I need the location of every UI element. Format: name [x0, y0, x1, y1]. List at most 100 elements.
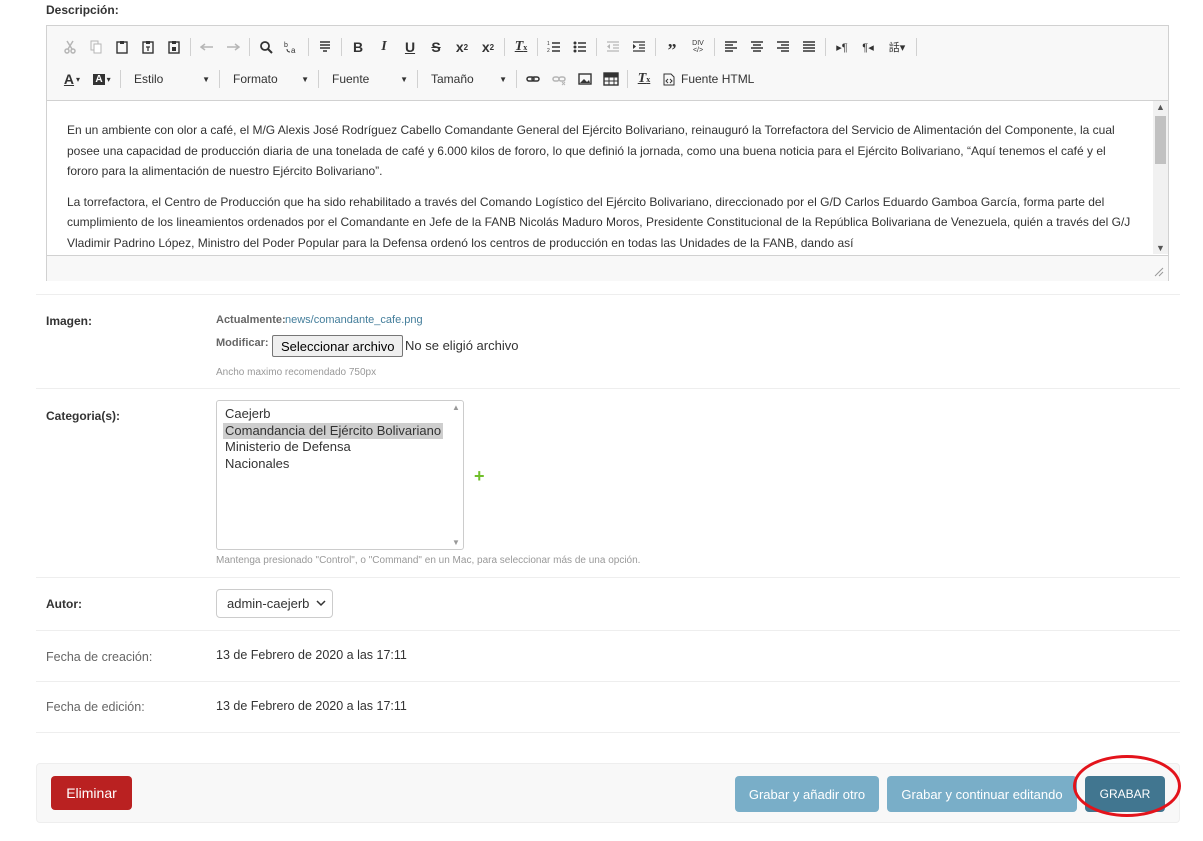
scroll-up-icon[interactable]: ▲ [452, 403, 460, 412]
copy-icon[interactable] [83, 35, 109, 59]
background-color-icon[interactable]: A ▾ [87, 67, 117, 91]
paragraph-2: La torrefactora, el Centro de Producción… [67, 194, 1131, 250]
toolbar-separator [596, 38, 597, 56]
unlink-icon[interactable] [546, 67, 572, 91]
resize-handle-icon[interactable] [1154, 267, 1164, 277]
current-label: Actualmente: [216, 314, 286, 326]
ltr-icon[interactable]: ▸¶ [829, 35, 855, 59]
category-option-selected[interactable]: Comandancia del Ejército Bolivariano [223, 423, 444, 439]
rtl-icon[interactable]: ¶◂ [855, 35, 881, 59]
toolbar-separator [249, 38, 250, 56]
toolbar-separator [655, 38, 656, 56]
table-icon[interactable] [598, 67, 624, 91]
scroll-down-icon[interactable]: ▼ [1156, 243, 1165, 253]
blockquote-icon[interactable]: ” [659, 32, 685, 62]
imagen-label: Imagen: [46, 314, 93, 328]
fecha-creacion-value: 13 de Febrero de 2020 a las 17:11 [216, 648, 407, 662]
category-option[interactable]: Nacionales [223, 456, 291, 472]
search-icon[interactable] [253, 35, 279, 59]
select-file-button[interactable]: Seleccionar archivo [272, 335, 404, 357]
language-icon[interactable]: 話▾ [881, 35, 913, 59]
image-icon[interactable] [572, 67, 598, 91]
toolbar-separator [190, 38, 191, 56]
paste-icon[interactable] [109, 35, 135, 59]
toolbar-separator [627, 70, 628, 88]
fecha-edicion-value: 13 de Febrero de 2020 a las 17:11 [216, 699, 407, 713]
editor-toolbar: ba B I U S x2 x2 Tx 12 ” DIV </> ▸¶ ¶◂ 話… [47, 26, 1168, 101]
categories-help-text: Mantenga presionado "Control", o "Comman… [216, 555, 641, 566]
editor-content[interactable]: En un ambiente con olor a café, el M/G A… [47, 101, 1153, 254]
source-html-button[interactable]: Fuente HTML [657, 67, 760, 91]
scroll-down-icon[interactable]: ▼ [452, 538, 460, 547]
current-file-link[interactable]: news/comandante_cafe.png [285, 314, 423, 326]
categories-multiselect[interactable]: Caejerb Comandancia del Ejército Bolivar… [216, 400, 464, 550]
category-option[interactable]: Caejerb [223, 406, 273, 422]
divider [36, 294, 1180, 295]
create-div-icon[interactable]: DIV </> [685, 35, 711, 59]
no-file-text: No se eligió archivo [405, 338, 519, 353]
bold-icon[interactable]: B [345, 35, 371, 59]
delete-button[interactable]: Eliminar [51, 776, 132, 810]
replace-icon[interactable]: ba [279, 35, 305, 59]
editor-scrollbar[interactable]: ▲ ▼ [1153, 101, 1168, 254]
toolbar-separator [417, 70, 418, 88]
outdent-icon[interactable] [600, 35, 626, 59]
save-and-add-button[interactable]: Grabar y añadir otro [735, 776, 879, 812]
divider [36, 732, 1180, 733]
toolbar-row-2: A ▾ A ▾ Estilo ▼ Formato ▼ Fuente ▼ Tamaño ▼ [57, 66, 760, 92]
fecha-edicion-label: Fecha de edición: [46, 700, 145, 714]
divider [36, 630, 1180, 631]
save-and-continue-button[interactable]: Grabar y continuar editando [887, 776, 1077, 812]
italic-icon[interactable]: I [371, 35, 397, 59]
paste-word-icon[interactable] [161, 35, 187, 59]
toolbar-separator [504, 38, 505, 56]
svg-text:1: 1 [547, 41, 550, 47]
author-select[interactable]: admin-caejerb [216, 589, 333, 618]
style-combo[interactable]: Estilo ▼ [124, 67, 216, 91]
scroll-up-icon[interactable]: ▲ [1156, 102, 1165, 112]
justify-icon[interactable] [796, 35, 822, 59]
svg-text:2: 2 [547, 48, 550, 54]
select-all-icon[interactable] [312, 35, 338, 59]
redo-icon[interactable] [220, 35, 246, 59]
size-combo[interactable]: Tamaño ▼ [421, 67, 513, 91]
fecha-creacion-label: Fecha de creación: [46, 650, 153, 664]
toolbar-separator [516, 70, 517, 88]
listbox-scrollbar[interactable]: ▲ ▼ [449, 401, 463, 549]
link-icon[interactable] [520, 67, 546, 91]
align-left-icon[interactable] [718, 35, 744, 59]
category-option[interactable]: Ministerio de Defensa [223, 439, 353, 455]
subscript-icon[interactable]: x2 [449, 35, 475, 59]
cut-icon[interactable] [57, 35, 83, 59]
bulleted-list-icon[interactable] [567, 35, 593, 59]
scroll-thumb[interactable] [1155, 116, 1166, 164]
toolbar-separator [308, 38, 309, 56]
paragraph-1: En un ambiente con olor a café, el M/G A… [67, 123, 1115, 178]
source-html-label: Fuente HTML [681, 72, 755, 86]
remove-format-icon[interactable]: Tx [631, 67, 657, 91]
font-combo[interactable]: Fuente ▼ [322, 67, 414, 91]
strikethrough-icon[interactable]: S [423, 35, 449, 59]
image-help-text: Ancho maximo recomendado 750px [216, 367, 377, 378]
toolbar-separator [318, 70, 319, 88]
format-combo[interactable]: Formato ▼ [223, 67, 315, 91]
toolbar-separator [916, 38, 917, 56]
numbered-list-icon[interactable]: 12 [541, 35, 567, 59]
toolbar-row-1: ba B I U S x2 x2 Tx 12 ” DIV </> ▸¶ ¶◂ 話… [57, 34, 920, 60]
indent-icon[interactable] [626, 35, 652, 59]
align-center-icon[interactable] [744, 35, 770, 59]
text-color-icon[interactable]: A ▾ [57, 67, 87, 91]
chevron-down-icon: ▼ [499, 74, 507, 84]
remove-format-icon[interactable]: Tx [508, 35, 534, 59]
align-right-icon[interactable] [770, 35, 796, 59]
divider [36, 681, 1180, 682]
size-combo-label: Tamaño [431, 72, 474, 86]
paste-text-icon[interactable] [135, 35, 161, 59]
undo-icon[interactable] [194, 35, 220, 59]
add-category-icon[interactable]: + [474, 466, 485, 487]
categorias-label: Categoria(s): [46, 409, 121, 423]
superscript-icon[interactable]: x2 [475, 35, 501, 59]
highlight-ring [1073, 755, 1181, 817]
toolbar-separator [120, 70, 121, 88]
underline-icon[interactable]: U [397, 35, 423, 59]
